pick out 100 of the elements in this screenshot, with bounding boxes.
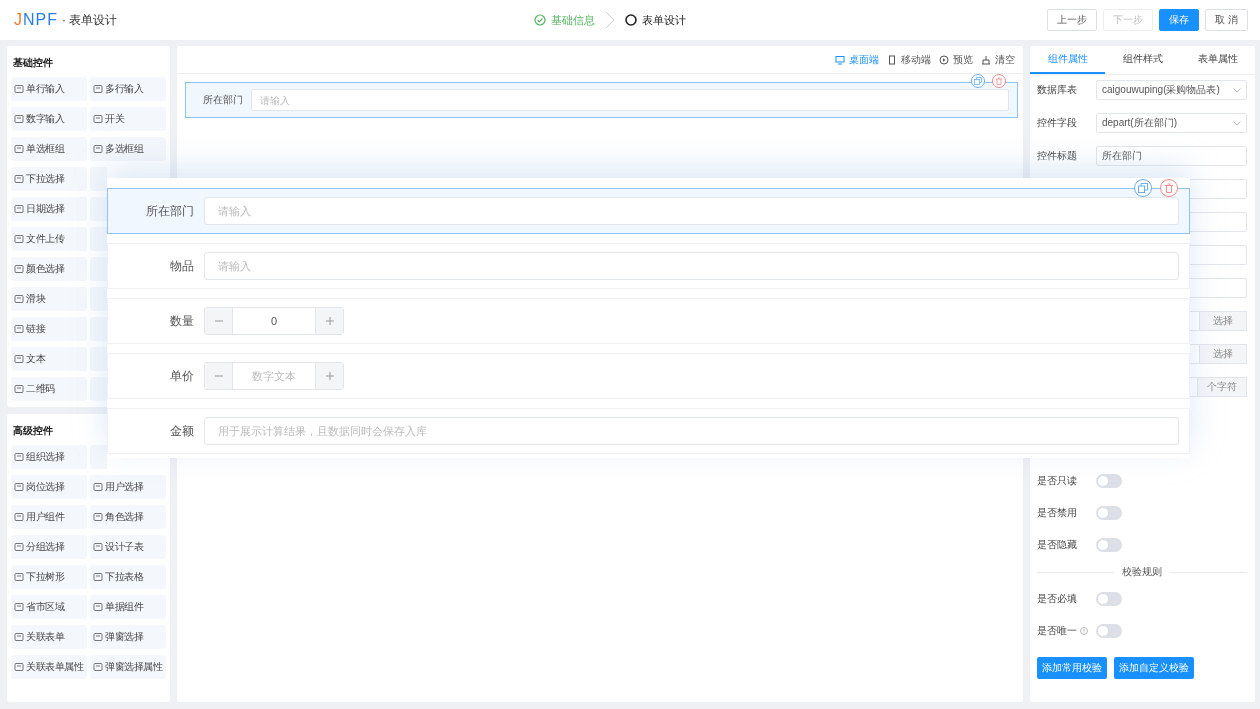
monitor-icon xyxy=(835,54,845,65)
control-tile[interactable]: 链接 xyxy=(11,317,87,341)
control-tile[interactable] xyxy=(90,227,107,251)
control-icon xyxy=(93,512,103,522)
step[interactable]: 表单设计 xyxy=(625,12,686,28)
control-tile[interactable] xyxy=(90,317,107,341)
number-stepper[interactable]: 数字文本 xyxy=(204,362,344,390)
control-tile[interactable]: 单选框组 xyxy=(11,137,87,161)
control-tile[interactable] xyxy=(90,167,107,191)
input-field[interactable]: 所在部门 xyxy=(1096,146,1247,166)
form-field[interactable]: 物品 请输入 xyxy=(107,243,1190,289)
control-tile[interactable]: 文件上传 xyxy=(11,227,87,251)
control-tile[interactable]: 弹窗选择 xyxy=(90,625,166,649)
control-tile[interactable]: 角色选择 xyxy=(90,505,166,529)
circle-icon xyxy=(625,14,637,26)
control-tile[interactable] xyxy=(90,197,107,221)
control-tile[interactable]: 关联表单 xyxy=(11,625,87,649)
input-field[interactable]: 请输入 xyxy=(204,252,1179,280)
select-button[interactable]: 选择 xyxy=(1199,344,1247,364)
property-tab[interactable]: 组件样式 xyxy=(1105,46,1180,74)
toggle-switch[interactable] xyxy=(1096,624,1122,638)
control-tile[interactable]: 日期选择 xyxy=(11,197,87,221)
control-tile[interactable] xyxy=(90,377,107,401)
control-tile[interactable]: 下拉树形 xyxy=(11,565,87,589)
field-label: 所在部门 xyxy=(202,93,244,107)
section-title: 基础控件 xyxy=(13,56,54,70)
chevron-down-icon xyxy=(1233,87,1241,93)
control-icon xyxy=(93,114,103,124)
control-tile[interactable]: 颜色选择 xyxy=(11,257,87,281)
control-icon xyxy=(93,602,103,612)
field-label: 单价 xyxy=(169,367,195,385)
control-icon xyxy=(14,602,24,612)
toggle-switch[interactable] xyxy=(1096,506,1122,520)
control-tile[interactable]: 二维码 xyxy=(11,377,87,401)
control-tile[interactable]: 组织选择 xyxy=(11,445,87,469)
control-tile[interactable] xyxy=(90,257,107,281)
control-icon xyxy=(14,542,24,552)
field-label: 物品 xyxy=(169,257,195,275)
control-tile[interactable]: 单据组件 xyxy=(90,595,166,619)
switch-label: 是否唯一 xyxy=(1037,624,1077,638)
control-tile[interactable]: 下拉选择 xyxy=(11,167,87,191)
control-icon xyxy=(14,294,24,304)
select-button[interactable]: 选择 xyxy=(1199,311,1247,331)
control-icon xyxy=(93,632,103,642)
control-icon xyxy=(14,482,24,492)
select-field[interactable]: depart(所在部门) xyxy=(1096,113,1247,133)
control-tile[interactable]: 设计子表 xyxy=(90,535,166,559)
control-icon xyxy=(14,204,24,214)
copy-button[interactable] xyxy=(971,74,985,88)
section-divider-label: 校验规则 xyxy=(1122,565,1162,579)
switch-label: 是否只读 xyxy=(1037,474,1077,488)
form-field[interactable]: 单价 数字文本 xyxy=(107,353,1190,399)
control-icon xyxy=(14,384,24,394)
input-field[interactable]: 请输入 xyxy=(204,197,1179,225)
control-tile[interactable]: 用户组件 xyxy=(11,505,87,529)
control-icon xyxy=(93,572,103,582)
app-title: · 表单设计 xyxy=(62,11,118,29)
minus-button[interactable] xyxy=(205,308,232,334)
control-icon xyxy=(14,452,24,462)
toolbar-tab[interactable]: 移动端 xyxy=(887,52,931,67)
toolbar-tab[interactable]: 清空 xyxy=(981,52,1015,67)
toggle-switch[interactable] xyxy=(1096,474,1122,488)
control-icon xyxy=(14,572,24,582)
control-tile[interactable]: 数字输入 xyxy=(11,107,87,131)
control-tile[interactable]: 单行输入 xyxy=(11,77,87,101)
toolbar-button[interactable]: 上一步 xyxy=(1047,9,1098,31)
control-tile[interactable] xyxy=(90,287,107,311)
field-label: 所在部门 xyxy=(145,202,195,220)
control-tile[interactable]: 分组选择 xyxy=(11,535,87,559)
control-tile[interactable]: 多行输入 xyxy=(90,77,166,101)
toolbar-button[interactable]: 取 消 xyxy=(1205,9,1248,31)
control-tile[interactable]: 开关 xyxy=(90,107,166,131)
toggle-switch[interactable] xyxy=(1096,538,1122,552)
property-tab[interactable]: 表单属性 xyxy=(1180,46,1255,74)
select-field[interactable]: caigouwuping(采购物品表) xyxy=(1096,80,1247,100)
control-tile[interactable]: 下拉表格 xyxy=(90,565,166,589)
control-tile[interactable]: 岗位选择 xyxy=(11,475,87,499)
minus-button[interactable] xyxy=(205,363,232,389)
number-stepper[interactable]: 0 xyxy=(204,307,344,335)
plus-button[interactable] xyxy=(316,308,343,334)
control-tile[interactable]: 弹窗选择属性 xyxy=(90,655,166,679)
suffix-label: 个字符 xyxy=(1197,377,1247,397)
control-tile[interactable]: 用户选择 xyxy=(90,475,166,499)
form-field[interactable]: 所在部门 请输入 xyxy=(107,188,1190,234)
control-tile[interactable]: 省市区域 xyxy=(11,595,87,619)
control-tile[interactable]: 滑块 xyxy=(11,287,87,311)
delete-button[interactable] xyxy=(1160,179,1178,197)
control-tile[interactable] xyxy=(90,347,107,371)
input-field[interactable]: 请输入 xyxy=(251,89,1009,111)
toolbar-tab[interactable]: 预览 xyxy=(939,52,973,67)
delete-button[interactable] xyxy=(992,74,1006,88)
toggle-switch[interactable] xyxy=(1096,592,1122,606)
control-tile[interactable]: 关联表单属性 xyxy=(11,655,87,679)
plus-button[interactable] xyxy=(316,363,343,389)
copy-button[interactable] xyxy=(1134,179,1152,197)
form-field[interactable]: 所在部门 请输入 xyxy=(185,82,1018,118)
form-field[interactable]: 数量 0 xyxy=(107,298,1190,344)
control-tile[interactable]: 文本 xyxy=(11,347,87,371)
control-icon xyxy=(14,264,24,274)
control-tile[interactable]: 多选框组 xyxy=(90,137,166,161)
